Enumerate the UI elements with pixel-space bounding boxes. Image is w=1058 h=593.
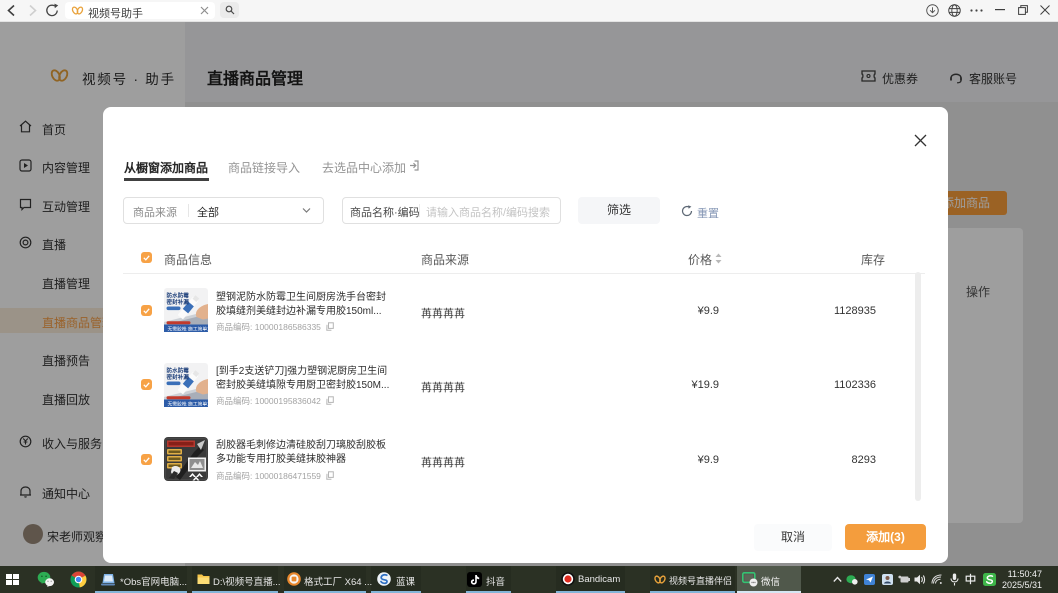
svg-text:防水防霉: 防水防霉	[167, 367, 190, 375]
svg-text:密封补漏: 密封补漏	[167, 298, 190, 306]
svg-text:防水防霉: 防水防霉	[167, 292, 190, 300]
svg-text:密封补漏: 密封补漏	[167, 373, 190, 381]
